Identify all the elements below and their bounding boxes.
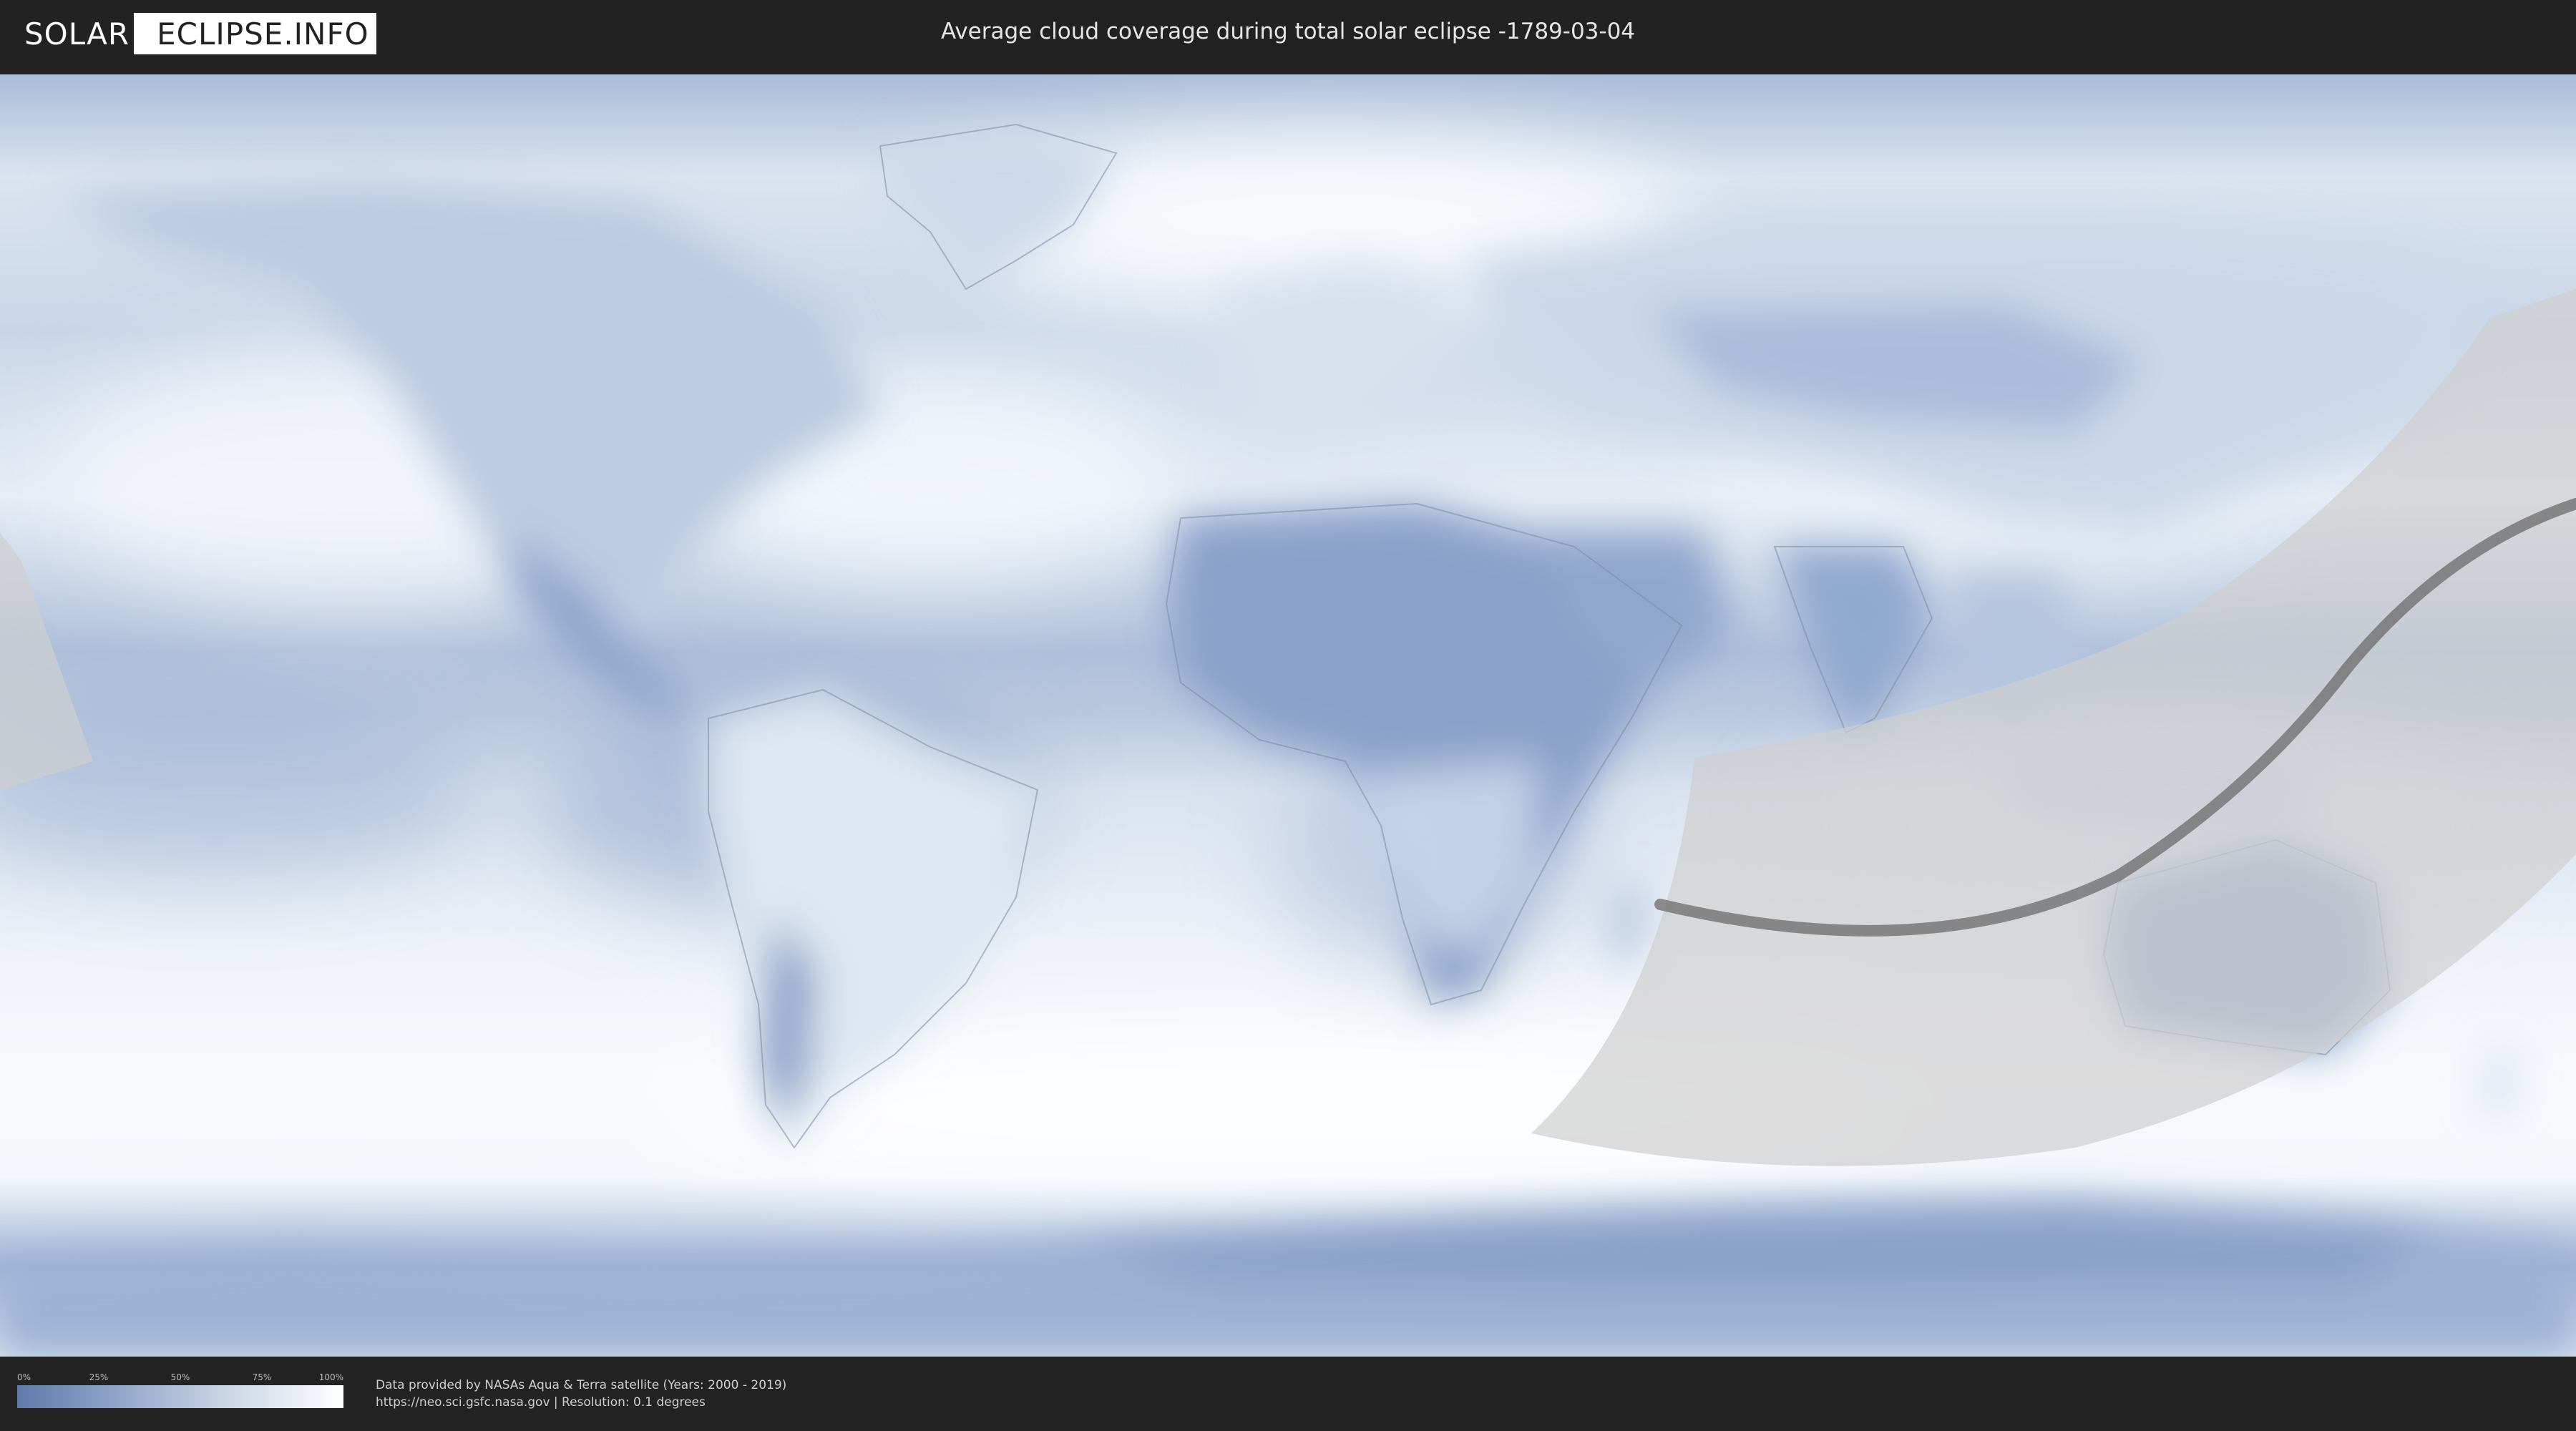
credit-line-source: Data provided by NASAs Aqua & Terra sate… — [376, 1378, 787, 1392]
page-title: Average cloud coverage during total sola… — [940, 19, 1636, 44]
legend-ticks: 0% 25% 50% 75% 100% — [17, 1372, 343, 1385]
credit-line-url[interactable]: https://neo.sci.gsfc.nasa.gov | Resoluti… — [376, 1394, 786, 1411]
legend-tick-100: 100% — [318, 1372, 343, 1382]
header-bar: SOLAR ✦ ECLIPSE.INFO Average cloud cover… — [0, 0, 2576, 72]
legend-gradient-bar — [17, 1385, 343, 1408]
data-credits: Data provided by NASAs Aqua & Terra sate… — [376, 1377, 786, 1411]
legend-tick-75: 75% — [252, 1372, 272, 1382]
legend-tick-25: 25% — [89, 1372, 109, 1382]
world-map-svg — [0, 74, 2576, 1357]
cloud-coverage-legend: 0% 25% 50% 75% 100% — [17, 1372, 343, 1408]
cloud-coverage-map[interactable] — [0, 74, 2576, 1357]
footer-bar: 0% 25% 50% 75% 100% Data provided by NAS… — [0, 1357, 2576, 1431]
legend-tick-50: 50% — [170, 1372, 190, 1382]
legend-tick-0: 0% — [17, 1372, 31, 1382]
